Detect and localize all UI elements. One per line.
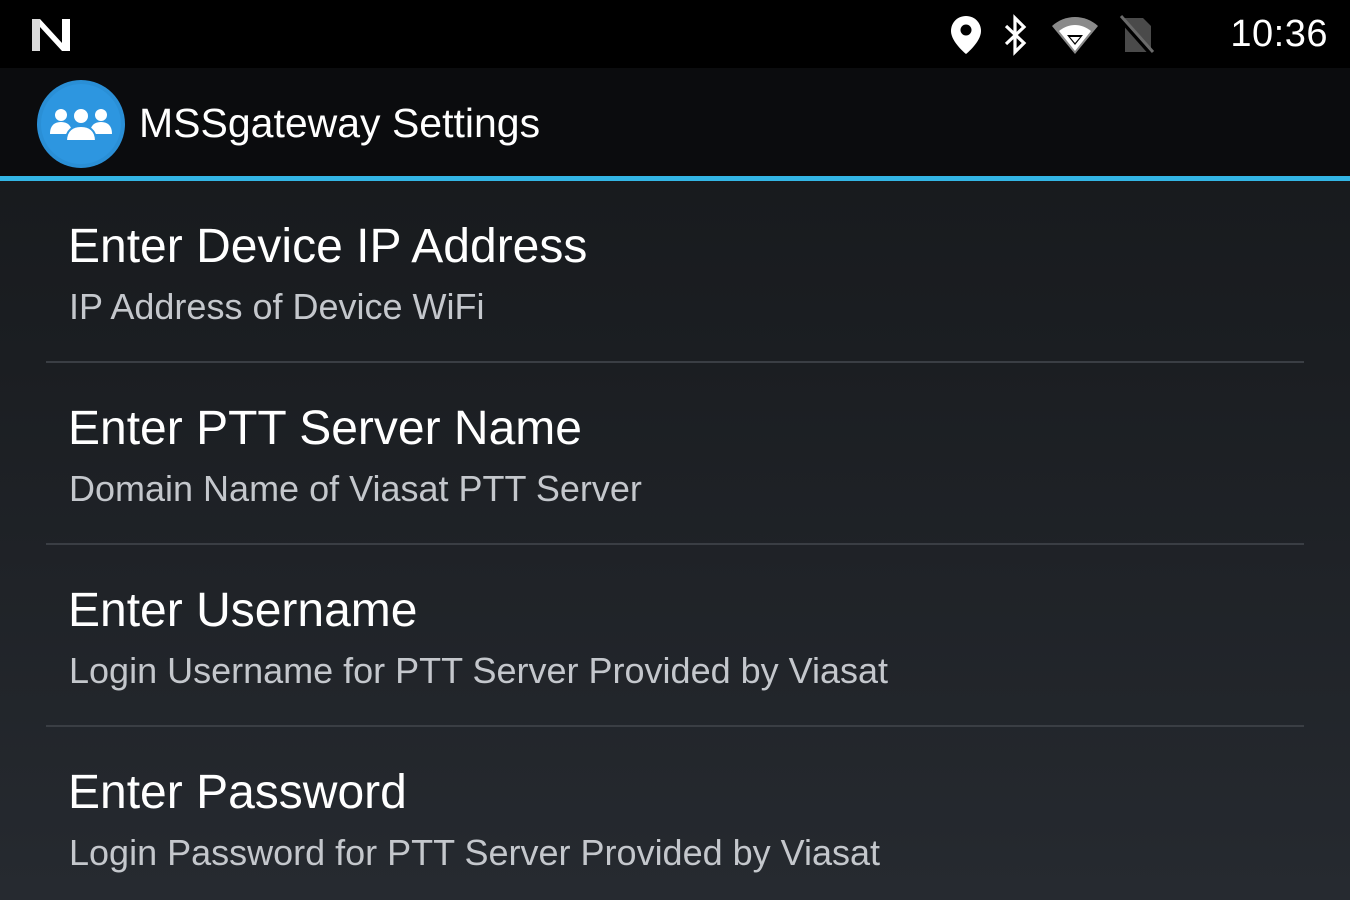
pref-summary: Login Username for PTT Server Provided b… bbox=[69, 650, 889, 691]
pref-username[interactable]: Enter Username Login Username for PTT Se… bbox=[0, 545, 1350, 727]
location-pin-icon bbox=[951, 16, 981, 54]
status-clock: 10:36 bbox=[1230, 13, 1328, 55]
no-sim-icon bbox=[1119, 15, 1155, 56]
pref-title: Enter Device IP Address bbox=[68, 220, 588, 273]
preference-list: Enter Device IP Address IP Address of De… bbox=[0, 181, 1350, 900]
pref-title: Enter Password bbox=[68, 766, 407, 819]
settings-screen: 10:36 MSSgateway Settings Enter Device I… bbox=[0, 0, 1350, 900]
pref-password[interactable]: Enter Password Login Password for PTT Se… bbox=[0, 727, 1350, 900]
app-title: MSSgateway Settings bbox=[139, 100, 541, 146]
action-bar: MSSgateway Settings bbox=[0, 68, 1350, 176]
pref-device-ip-address[interactable]: Enter Device IP Address IP Address of De… bbox=[0, 181, 1350, 363]
group-users-icon[interactable] bbox=[36, 79, 126, 169]
pref-summary: IP Address of Device WiFi bbox=[69, 286, 485, 327]
pref-ptt-server-name[interactable]: Enter PTT Server Name Domain Name of Via… bbox=[0, 363, 1350, 545]
status-bar: 10:36 bbox=[0, 0, 1350, 68]
wifi-icon bbox=[1052, 17, 1098, 54]
pref-title: Enter PTT Server Name bbox=[68, 402, 582, 455]
pref-summary: Domain Name of Viasat PTT Server bbox=[69, 468, 642, 509]
n-logo-icon bbox=[32, 19, 70, 51]
pref-title: Enter Username bbox=[68, 584, 418, 637]
bluetooth-icon bbox=[1004, 14, 1027, 56]
pref-summary: Login Password for PTT Server Provided b… bbox=[69, 832, 881, 873]
